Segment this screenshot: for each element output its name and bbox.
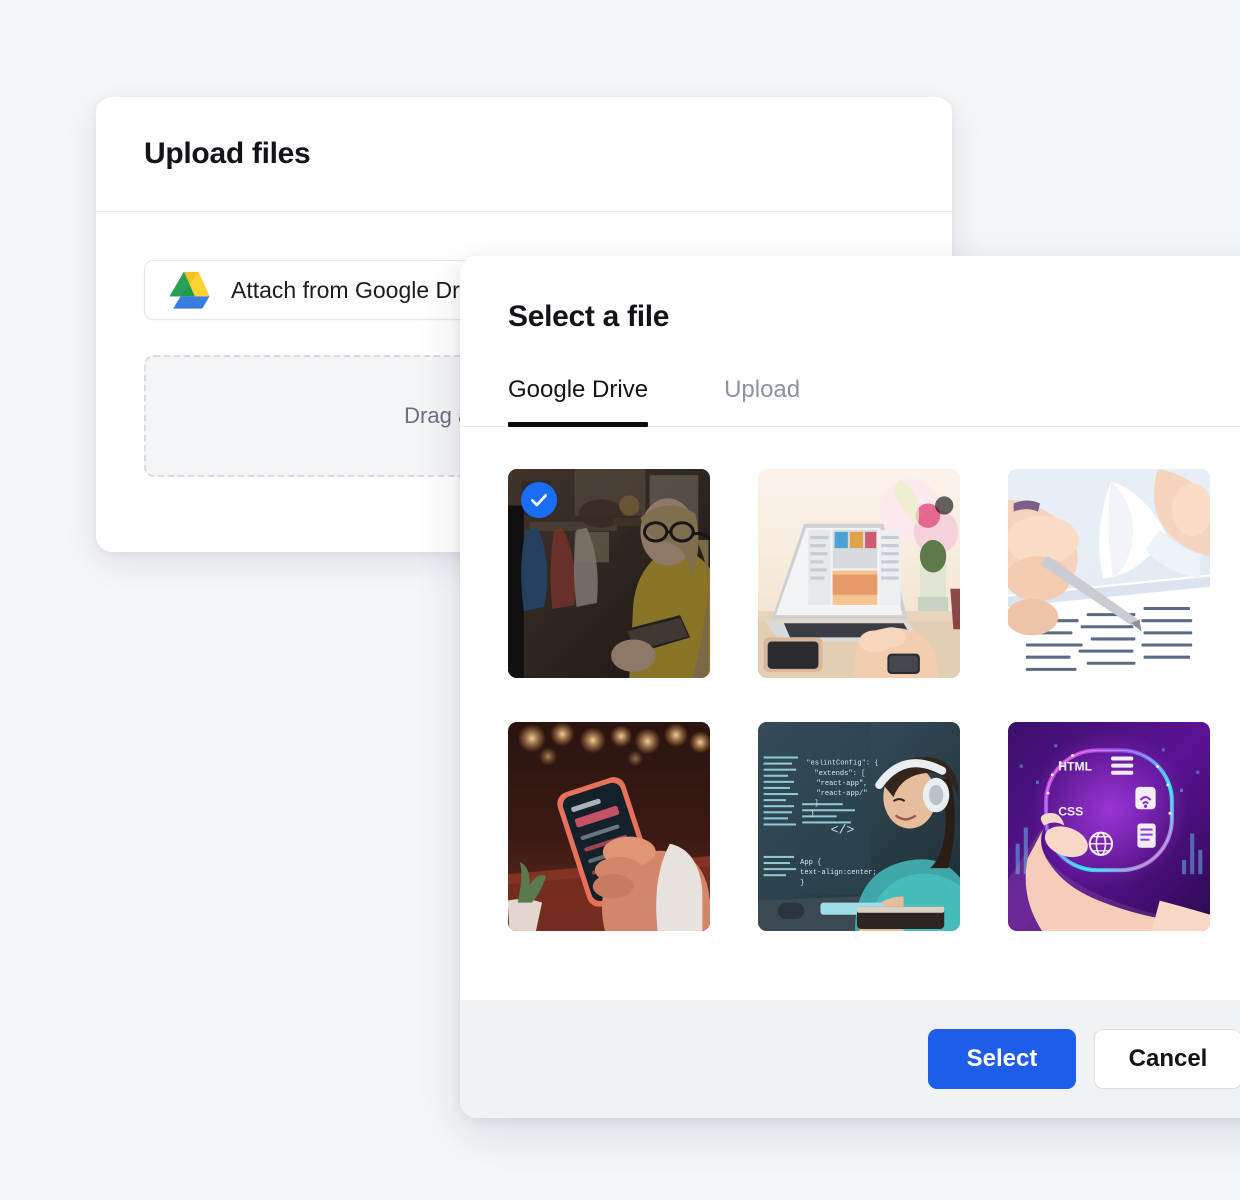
svg-text:HTML: HTML xyxy=(1058,760,1092,774)
checkmark-icon xyxy=(521,482,557,518)
file-thumbnail-laptop-with-social-feed-on-desk[interactable] xyxy=(758,469,960,678)
attach-button-label: Attach from Google Drive xyxy=(231,276,490,303)
select-dialog-header: Select a file xyxy=(460,256,1240,334)
svg-text:"extends": [: "extends": [ xyxy=(814,770,865,778)
file-thumbnail-neon-html-css-tech-graphic[interactable]: HTML CSS xyxy=(1008,722,1210,931)
svg-text:"react-app/": "react-app/" xyxy=(816,790,867,798)
tab-google-drive[interactable]: Google Drive xyxy=(508,376,649,427)
svg-text:CSS: CSS xyxy=(1058,804,1083,818)
file-thumbnail-woman-with-headphones-coding[interactable]: "eslintConfig": { "extends": [ "react-ap… xyxy=(758,722,960,931)
upload-dialog-header: Upload files xyxy=(96,97,952,212)
file-thumbnail-hand-holding-phone-in-warm-bokeh-light[interactable] xyxy=(508,722,710,931)
file-thumbnail-grid: "eslintConfig": { "extends": [ "react-ap… xyxy=(460,427,1240,1000)
cancel-button[interactable]: Cancel xyxy=(1094,1029,1240,1089)
svg-text:"eslintConfig": {: "eslintConfig": { xyxy=(806,760,878,768)
google-drive-icon xyxy=(169,270,213,310)
select-a-file-dialog: Select a file Google Drive Upload "eslin… xyxy=(460,256,1240,1118)
select-button[interactable]: Select xyxy=(928,1029,1076,1089)
svg-text:</>: </> xyxy=(831,823,855,838)
upload-dialog-title: Upload files xyxy=(144,137,311,170)
select-dialog-title: Select a file xyxy=(508,300,670,333)
svg-text:}: } xyxy=(810,810,814,818)
file-thumbnail-hands-reviewing-document-with-pen[interactable] xyxy=(1008,469,1210,678)
svg-text:]: ] xyxy=(814,800,818,808)
select-dialog-footer: Select Cancel xyxy=(460,1000,1240,1118)
file-source-tabs: Google Drive Upload xyxy=(460,376,1240,427)
svg-text:App {: App { xyxy=(800,859,821,867)
tab-upload[interactable]: Upload xyxy=(724,376,800,426)
svg-text:"react-app",: "react-app", xyxy=(816,780,867,788)
svg-text:text-align:center;: text-align:center; xyxy=(800,869,877,877)
file-thumbnail-woman-in-yellow-dress-with-tablet-in-boutique[interactable] xyxy=(508,469,710,678)
svg-text:}: } xyxy=(800,879,804,887)
